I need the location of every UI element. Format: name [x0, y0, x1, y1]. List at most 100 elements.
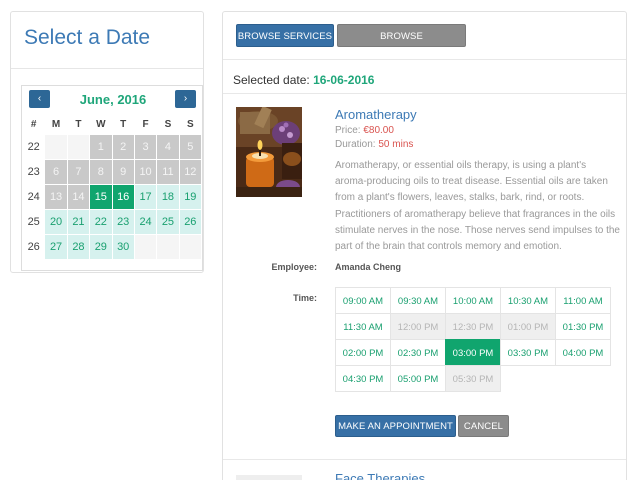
time-slot[interactable]: 04:00 PM	[555, 339, 611, 366]
browse-professionals-button[interactable]: Browse Professionals	[337, 24, 466, 65]
weekday-header-row: # M T W T F S S	[23, 115, 201, 134]
divider	[223, 93, 626, 94]
calendar-day[interactable]: 23	[112, 210, 134, 234]
calendar-week-row: 25 20 21 22 23 24 25 26	[23, 210, 201, 234]
calendar-day: 8	[90, 160, 112, 184]
calendar-empty-cell	[134, 235, 157, 259]
time-slot[interactable]: 02:30 PM	[390, 339, 446, 366]
chevron-left-icon: ‹	[37, 93, 42, 104]
weekday-header: S	[164, 119, 172, 130]
time-slot[interactable]: 11:30 AM	[335, 313, 391, 340]
calendar-day: 5	[179, 135, 201, 159]
week-number: 22	[27, 141, 40, 153]
calendar-day: 13	[45, 185, 67, 209]
divider	[11, 68, 203, 69]
next-service-name-link[interactable]: Face Therapies	[335, 471, 425, 480]
date-picker-panel: Select a Date ‹ June, 2016 › # M T W T F…	[10, 11, 204, 273]
service-duration: Duration: 50 mins	[335, 139, 413, 150]
calendar-week-row: 26 27 28 29 30	[23, 235, 201, 259]
calendar-empty-cell	[157, 235, 179, 259]
next-month-button[interactable]: ›	[175, 90, 196, 108]
time-slot[interactable]: 01:30 PM	[555, 313, 611, 340]
prev-month-button[interactable]: ‹	[29, 90, 50, 108]
calendar-day[interactable]: 29	[90, 235, 112, 259]
calendar-day: 12	[179, 160, 201, 184]
time-slot[interactable]: 11:00 AM	[555, 287, 611, 314]
time-slot: 12:30 PM	[445, 313, 501, 340]
calendar-day[interactable]: 28	[67, 235, 90, 259]
calendar-empty-cell	[67, 135, 90, 159]
calendar-day[interactable]: 19	[179, 185, 201, 209]
make-appointment-button[interactable]: Make an Appointment	[335, 415, 456, 437]
week-number: 24	[27, 191, 40, 203]
weekday-header: T	[120, 119, 127, 130]
employee-value: Amanda Cheng	[335, 262, 402, 272]
time-slot[interactable]: 04:30 PM	[335, 365, 391, 392]
calendar-day[interactable]: 15	[90, 185, 112, 209]
time-slot[interactable]: 03:30 PM	[500, 339, 556, 366]
calendar-day: 3	[134, 135, 157, 159]
service-description: Aromatherapy, or essential oils therapy,…	[335, 160, 620, 253]
time-slot[interactable]: 02:00 PM	[335, 339, 391, 366]
weekday-header: T	[75, 119, 82, 130]
calendar-day[interactable]: 30	[112, 235, 134, 259]
calendar-day[interactable]: 21	[67, 210, 90, 234]
calendar-empty-cell	[179, 235, 201, 259]
selected-date: Selected date: 16-06-2016	[233, 73, 374, 87]
time-slot: 12:00 PM	[390, 313, 446, 340]
calendar-day[interactable]: 22	[90, 210, 112, 234]
calendar-header: ‹ June, 2016 ›	[22, 86, 202, 114]
week-number: 26	[27, 241, 40, 253]
time-slot[interactable]: 09:30 AM	[390, 287, 446, 314]
divider	[223, 59, 626, 60]
calendar-month-label: June, 2016	[79, 92, 147, 107]
time-slot[interactable]: 10:00 AM	[445, 287, 501, 314]
service-price: Price: €80.00	[335, 125, 394, 136]
calendar-week-row: 23 6 7 8 9 10 11 12	[23, 160, 201, 184]
calendar-day[interactable]: 16	[112, 185, 134, 209]
cancel-button[interactable]: Cancel	[458, 415, 509, 437]
calendar-day: 2	[112, 135, 134, 159]
duration-value: 50 mins	[378, 139, 414, 150]
calendar-day[interactable]: 26	[179, 210, 201, 234]
browse-services-button[interactable]: Browse Services	[236, 24, 334, 47]
calendar-day[interactable]: 17	[134, 185, 157, 209]
calendar-day: 11	[157, 160, 179, 184]
time-slot[interactable]: 10:30 AM	[500, 287, 556, 314]
weekday-header: W	[96, 119, 106, 130]
service-name-link[interactable]: Aromatherapy	[335, 107, 417, 122]
week-number-header: #	[30, 119, 37, 130]
time-slot: 01:00 PM	[500, 313, 556, 340]
calendar-day[interactable]: 25	[157, 210, 179, 234]
calendar-day[interactable]: 18	[157, 185, 179, 209]
calendar-day[interactable]: 20	[45, 210, 67, 234]
price-value: €80.00	[363, 125, 394, 136]
duration-label: Duration:	[335, 139, 376, 150]
calendar-week-row: 22 1 2 3 4 5	[23, 135, 201, 159]
calendar-day: 9	[112, 160, 134, 184]
calendar-day: 7	[67, 160, 90, 184]
time-slot[interactable]: 05:00 PM	[390, 365, 446, 392]
calendar-day[interactable]: 24	[134, 210, 157, 234]
price-label: Price:	[335, 125, 361, 136]
time-slot[interactable]: 09:00 AM	[335, 287, 391, 314]
calendar-day: 6	[45, 160, 67, 184]
time-slot[interactable]: 03:00 PM	[445, 339, 501, 366]
calendar-grid: # M T W T F S S 22 1 2 3 4 5 23 6 7 8 9 10 11 12 24 13 1…	[22, 114, 202, 260]
weekday-header: S	[186, 119, 194, 130]
calendar-empty-cell	[45, 135, 67, 159]
aromatherapy-image	[236, 107, 302, 197]
divider	[223, 459, 626, 460]
selected-date-value: 16-06-2016	[313, 73, 375, 87]
calendar: ‹ June, 2016 › # M T W T F S S 22 1 2 3 4	[21, 85, 203, 271]
calendar-day: 1	[90, 135, 112, 159]
weekday-header: M	[51, 119, 61, 130]
calendar-day: 10	[134, 160, 157, 184]
weekday-header: F	[142, 119, 149, 130]
booking-panel: Browse Services Browse Professionals Sel…	[222, 11, 627, 480]
time-label: Time:	[293, 293, 317, 303]
calendar-day[interactable]: 27	[45, 235, 67, 259]
date-picker-title: Select a Date	[24, 26, 151, 49]
time-slot: 05:30 PM	[445, 365, 501, 392]
calendar-day: 14	[67, 185, 90, 209]
